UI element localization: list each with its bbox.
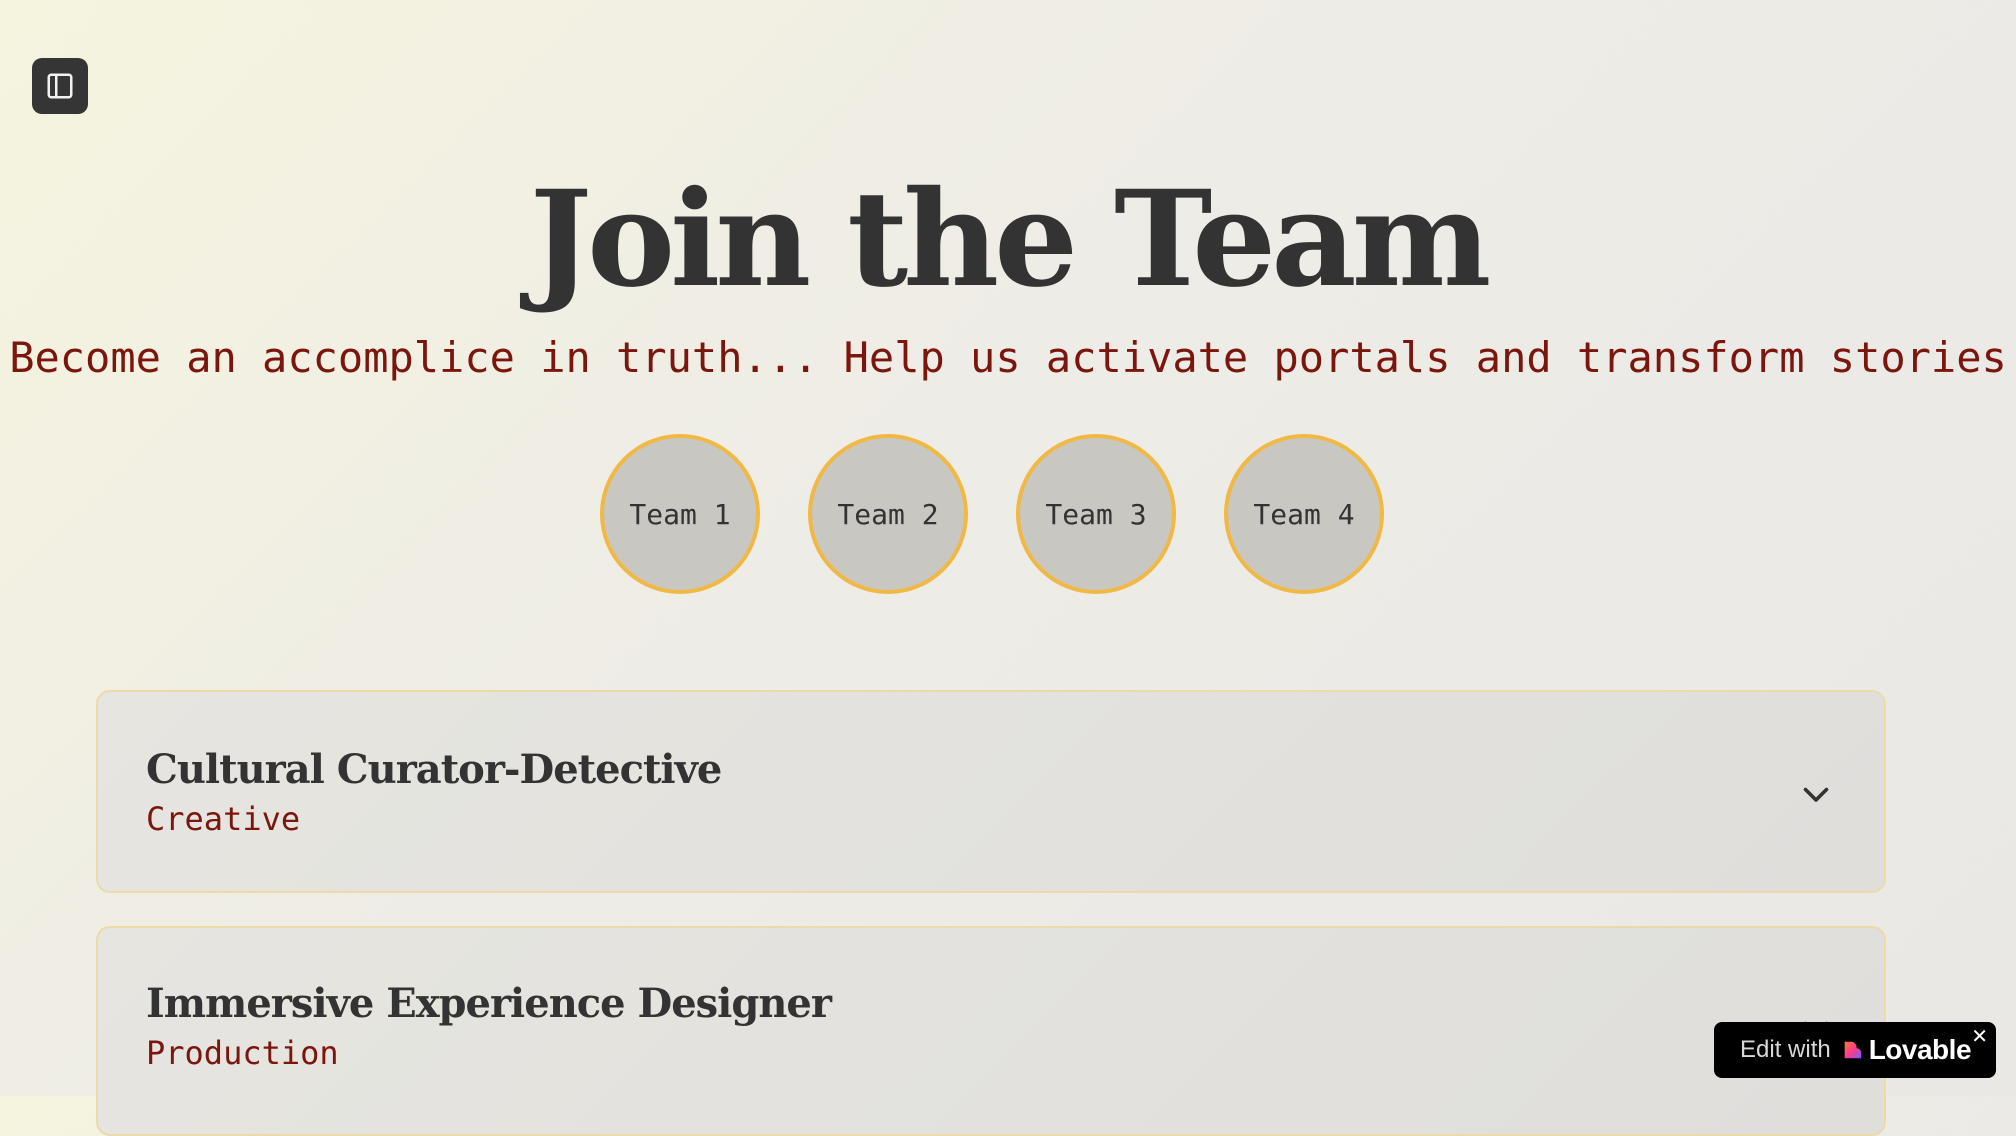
team-4-button[interactable]: Team 4 bbox=[1224, 434, 1384, 594]
role-title: Immersive Experience Designer bbox=[146, 980, 832, 1027]
team-selector: Team 1 Team 2 Team 3 Team 4 bbox=[0, 434, 2016, 594]
chevron-down-icon[interactable] bbox=[1798, 776, 1834, 812]
team-1-button[interactable]: Team 1 bbox=[600, 434, 760, 594]
role-card-cultural-curator-detective[interactable]: Cultural Curator-Detective Creative bbox=[96, 690, 1886, 893]
panel-left-icon bbox=[47, 73, 73, 99]
badge-prefix: Edit with bbox=[1740, 1036, 1831, 1063]
role-department: Production bbox=[146, 1034, 339, 1072]
page-title: Join the Team bbox=[529, 162, 1492, 317]
role-department: Creative bbox=[146, 800, 301, 838]
edit-with-lovable-badge[interactable]: Edit with Lovable ✕ bbox=[1714, 1022, 1996, 1078]
page-subtitle: Become an accomplice in truth... Help us… bbox=[9, 333, 2007, 382]
team-3-button[interactable]: Team 3 bbox=[1016, 434, 1176, 594]
badge-brand: Lovable bbox=[1868, 1034, 1972, 1065]
close-icon[interactable]: ✕ bbox=[1971, 1026, 1988, 1046]
role-card-immersive-experience-designer[interactable]: Immersive Experience Designer Production bbox=[96, 926, 1886, 1136]
sidebar-toggle-button[interactable] bbox=[32, 58, 88, 114]
role-title: Cultural Curator-Detective bbox=[146, 746, 722, 793]
team-2-button[interactable]: Team 2 bbox=[808, 434, 968, 594]
lovable-logo-icon bbox=[1844, 1041, 1861, 1059]
